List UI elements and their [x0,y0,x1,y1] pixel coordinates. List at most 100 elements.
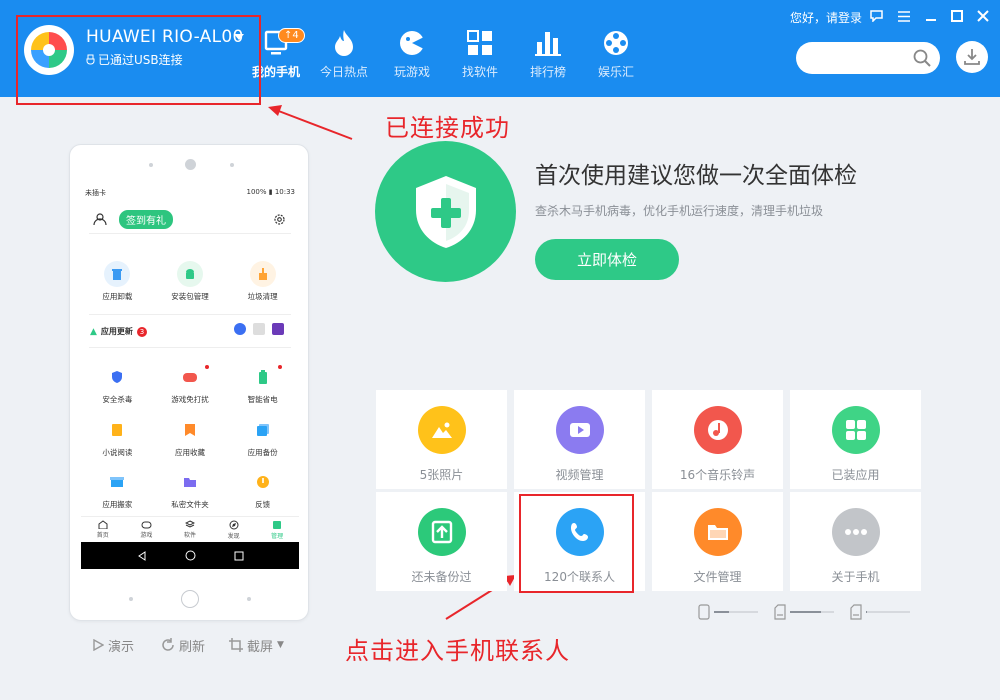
tool-label: 智能省电 [247,395,278,404]
demo-button[interactable]: 演示 [92,636,135,655]
tile-music[interactable]: 16个音乐铃声 [652,390,783,489]
tool-row-2: 安全杀毒 游戏免打扰 智能省电 [81,364,299,405]
recents-icon[interactable] [234,551,244,561]
shield-plus-icon [415,175,476,248]
copy-icon [250,417,276,443]
new-dot [204,365,209,369]
status-time: 10:33 [274,188,295,196]
folder-lock-icon [177,469,203,495]
crop-icon [229,638,243,652]
tool-junk-clean[interactable]: 垃圾清理 [228,261,298,302]
battery-icon [250,364,276,390]
user-icon[interactable] [93,211,107,230]
tool-label: 应用收藏 [174,448,205,457]
backup-icon [417,508,466,556]
caret-down-icon: ▼ [277,640,284,650]
demo-label: 演示 [108,639,135,655]
checkup-description: 查杀木马手机病毒，优化手机运行速度，清理手机垃圾 [535,204,824,218]
layers-icon [184,520,195,528]
tool-feedback[interactable]: 反馈 [228,469,298,510]
more-icon [831,508,880,556]
tile-backup[interactable]: 还未备份过 [376,492,507,591]
refresh-icon [162,638,174,651]
tile-more[interactable]: 关于手机 [790,492,921,591]
settings-icon[interactable] [273,211,286,230]
divider [89,347,291,348]
tile-label: 视频管理 [555,468,604,482]
app-update-row[interactable]: ▲ 应用更新 3 [90,326,147,337]
manage-icon [273,521,282,529]
tool-row-4: 应用搬家 私密文件夹 反馈 [81,469,299,510]
storage-fill [790,611,821,613]
tab-label: 发现 [227,533,240,540]
phone-tab-bar: 首页 游戏 软件 发现 管理 [81,516,299,542]
tool-game-dnd[interactable]: 游戏免打扰 [155,364,225,405]
tool-label: 安全杀毒 [102,395,133,404]
sign-in-button[interactable]: 签到有礼 [119,210,173,229]
tool-novel[interactable]: 小说阅读 [82,417,152,458]
phone-tab-games[interactable]: 游戏 [126,517,166,542]
sd-card-icon [774,604,786,620]
checkup-button[interactable]: 立即体检 [535,239,679,280]
tool-label: 小说阅读 [102,448,133,457]
tile-photo[interactable]: 5张照片 [376,390,507,489]
phone-sensor [230,163,234,167]
font-app-icon [253,323,265,335]
tool-label: 私密文件夹 [171,500,209,509]
tile-label: 还未备份过 [411,570,472,584]
tool-uninstall[interactable]: 应用卸载 [82,261,152,302]
tool-favorites[interactable]: 应用收藏 [155,417,225,458]
tab-label: 首页 [96,532,109,539]
tool-row-3: 小说阅读 应用收藏 应用备份 [81,417,299,458]
video-icon [555,406,604,454]
photo-icon [417,406,466,454]
android-icon [176,261,203,287]
checkup-shield[interactable] [375,141,516,282]
tile-video[interactable]: 视频管理 [514,390,645,489]
screenshot-label: 截屏 [247,639,274,655]
arrow-up-icon: ▲ [90,326,97,337]
phone-tab-home[interactable]: 首页 [83,517,123,542]
pentagon-app-icon [272,323,284,335]
update-app-icons [234,323,284,335]
tool-app-move[interactable]: 应用搬家 [82,469,152,510]
home-circle-icon[interactable] [185,550,196,561]
refresh-label: 刷新 [179,639,206,655]
tool-antivirus[interactable]: 安全杀毒 [82,364,152,405]
tool-private-folder[interactable]: 私密文件夹 [155,469,225,510]
tile-label: 16个音乐铃声 [679,468,756,482]
tool-label: 应用卸载 [102,292,133,301]
tile-label: 5张照片 [419,468,464,482]
broom-icon [249,261,276,287]
new-dot [277,365,282,369]
tool-apk-manager[interactable]: 安装包管理 [155,261,225,302]
phone-tab-discover[interactable]: 发现 [214,517,254,542]
checkup-title: 首次使用建议您做一次全面体检 [535,163,857,189]
tile-label: 关于手机 [831,570,880,584]
gamepad-icon [141,521,152,529]
tab-label: 游戏 [140,532,153,539]
tile-folder[interactable]: 文件管理 [652,492,783,591]
tool-label: 安装包管理 [171,292,209,301]
tab-label: 管理 [271,533,284,540]
refresh-button[interactable]: 刷新 [161,636,206,655]
phone-tab-manage[interactable]: 管理 [257,517,297,542]
back-icon[interactable] [137,550,147,561]
tool-label: 应用搬家 [102,500,133,509]
tool-power-save[interactable]: 智能省电 [228,364,298,405]
feedback-icon [250,469,276,495]
tile-label: 已装应用 [831,468,880,482]
play-icon [93,639,104,651]
annotation-connected: 已连接成功 [385,114,510,142]
tool-app-backup[interactable]: 应用备份 [228,417,298,458]
storage-fill [714,611,730,613]
phone-camera [185,159,196,170]
phone-tab-software[interactable]: 软件 [170,517,210,542]
tile-installed-apps[interactable]: 已装应用 [790,390,921,489]
status-carrier: 未插卡 [85,189,106,197]
screenshot-button[interactable]: 截屏 ▼ [229,636,284,655]
tool-label: 垃圾清理 [247,292,278,301]
update-label: 应用更新 [100,327,133,336]
annotation-contacts-hint: 点击进入手机联系人 [345,637,570,665]
tab-label: 软件 [183,532,196,539]
